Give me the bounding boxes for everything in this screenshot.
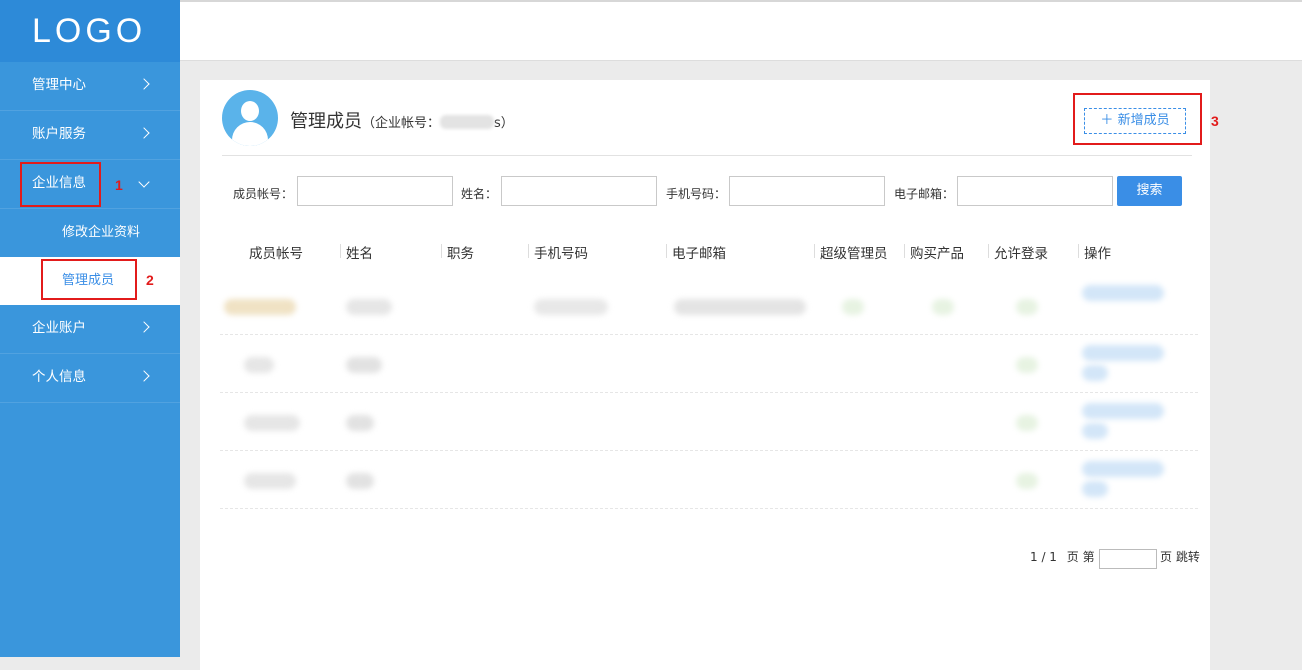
avatar bbox=[222, 90, 278, 146]
search-button[interactable]: 搜索 bbox=[1117, 176, 1182, 206]
sidebar-item-label: 账户服务 bbox=[32, 126, 86, 142]
page-number-input[interactable] bbox=[1099, 549, 1157, 569]
column-header: 职务 bbox=[441, 242, 474, 262]
column-header: 购买产品 bbox=[904, 242, 964, 262]
table-row bbox=[220, 335, 1198, 393]
logo: LOGO bbox=[0, 0, 180, 62]
annotation-number-3: 3 bbox=[1211, 113, 1219, 129]
sidebar-item-management-center[interactable]: 管理中心 bbox=[0, 62, 180, 111]
sidebar: LOGO 管理中心 账户服务 企业信息 修改企业资料 管理成员 企业账户 个人信… bbox=[0, 0, 180, 657]
redacted-account bbox=[440, 115, 495, 129]
header-divider bbox=[222, 155, 1192, 156]
table-row bbox=[220, 277, 1198, 335]
page-jump-link[interactable]: 页 跳转 bbox=[1160, 548, 1200, 565]
redacted-cell bbox=[346, 473, 374, 489]
redacted-cell bbox=[842, 299, 864, 315]
chevron-right-icon bbox=[140, 354, 148, 400]
annotation-box-1 bbox=[20, 162, 101, 207]
redacted-cell bbox=[346, 415, 374, 431]
redacted-cell bbox=[244, 357, 274, 373]
redacted-cell bbox=[346, 357, 382, 373]
annotation-box-2 bbox=[41, 259, 137, 300]
table-row bbox=[220, 393, 1198, 451]
redacted-cell bbox=[674, 299, 806, 315]
redacted-action[interactable] bbox=[1082, 345, 1164, 361]
name-input[interactable] bbox=[501, 176, 657, 206]
column-header: 超级管理员 bbox=[814, 242, 888, 262]
member-account-input[interactable] bbox=[297, 176, 453, 206]
redacted-cell bbox=[244, 415, 300, 431]
redacted-cell bbox=[244, 473, 296, 489]
column-header: 允许登录 bbox=[988, 242, 1048, 262]
sidebar-item-label: 企业账户 bbox=[32, 320, 86, 336]
sidebar-item-label: 管理中心 bbox=[32, 77, 86, 93]
redacted-cell bbox=[1016, 299, 1038, 315]
redacted-cell bbox=[1016, 357, 1038, 373]
column-header: 姓名 bbox=[340, 242, 373, 262]
column-header: 电子邮箱 bbox=[666, 242, 726, 262]
email-input[interactable] bbox=[957, 176, 1113, 206]
filter-label-email: 电子邮箱： bbox=[894, 187, 955, 201]
annotation-box-3 bbox=[1073, 93, 1202, 145]
redacted-action[interactable] bbox=[1082, 365, 1108, 381]
redacted-cell bbox=[1016, 415, 1038, 431]
redacted-action[interactable] bbox=[1082, 423, 1108, 439]
chevron-right-icon bbox=[140, 305, 148, 351]
redacted-cell bbox=[346, 299, 392, 315]
filter-label-account: 成员帐号： bbox=[233, 187, 294, 201]
sidebar-item-personal-info[interactable]: 个人信息 bbox=[0, 354, 180, 403]
redacted-action[interactable] bbox=[1082, 403, 1164, 419]
redacted-cell bbox=[534, 299, 608, 315]
top-bar bbox=[180, 2, 1302, 61]
sidebar-item-account-service[interactable]: 账户服务 bbox=[0, 111, 180, 160]
page-go-label: 页 第 bbox=[1066, 550, 1095, 564]
redacted-cell bbox=[932, 299, 954, 315]
redacted-action[interactable] bbox=[1082, 461, 1164, 477]
sidebar-item-enterprise-account[interactable]: 企业账户 bbox=[0, 305, 180, 354]
account-prefix: （企业帐号： bbox=[362, 116, 441, 131]
phone-input[interactable] bbox=[729, 176, 885, 206]
filter-label-phone: 手机号码： bbox=[666, 187, 727, 201]
page-title-text: 管理成员 bbox=[290, 111, 362, 132]
annotation-number-2: 2 bbox=[146, 272, 154, 288]
chevron-down-icon bbox=[140, 160, 148, 206]
account-suffix: s） bbox=[494, 116, 514, 131]
column-header: 操作 bbox=[1078, 242, 1111, 262]
page-info: 1 / 1 bbox=[1030, 550, 1057, 564]
table-row bbox=[220, 451, 1198, 509]
sidebar-subitem-edit-enterprise[interactable]: 修改企业资料 bbox=[0, 209, 180, 257]
pagination: 1 / 1 页 第 bbox=[1030, 548, 1095, 565]
filter-label-name: 姓名： bbox=[461, 187, 498, 201]
annotation-number-1: 1 bbox=[115, 177, 123, 193]
redacted-action[interactable] bbox=[1082, 285, 1164, 301]
column-header: 手机号码 bbox=[528, 242, 588, 262]
main-panel: 管理成员（企业帐号： s） ＋ 新增成员 成员帐号： 姓名： 手机号码： 电子邮箱… bbox=[200, 80, 1210, 670]
page-title: 管理成员（企业帐号： s） bbox=[290, 107, 514, 133]
chevron-right-icon bbox=[140, 111, 148, 157]
redacted-cell bbox=[1016, 473, 1038, 489]
redacted-action[interactable] bbox=[1082, 481, 1108, 497]
column-header: 成员帐号 bbox=[249, 246, 303, 262]
chevron-right-icon bbox=[140, 62, 148, 108]
redacted-cell bbox=[224, 299, 296, 315]
sidebar-item-label: 个人信息 bbox=[32, 369, 86, 385]
